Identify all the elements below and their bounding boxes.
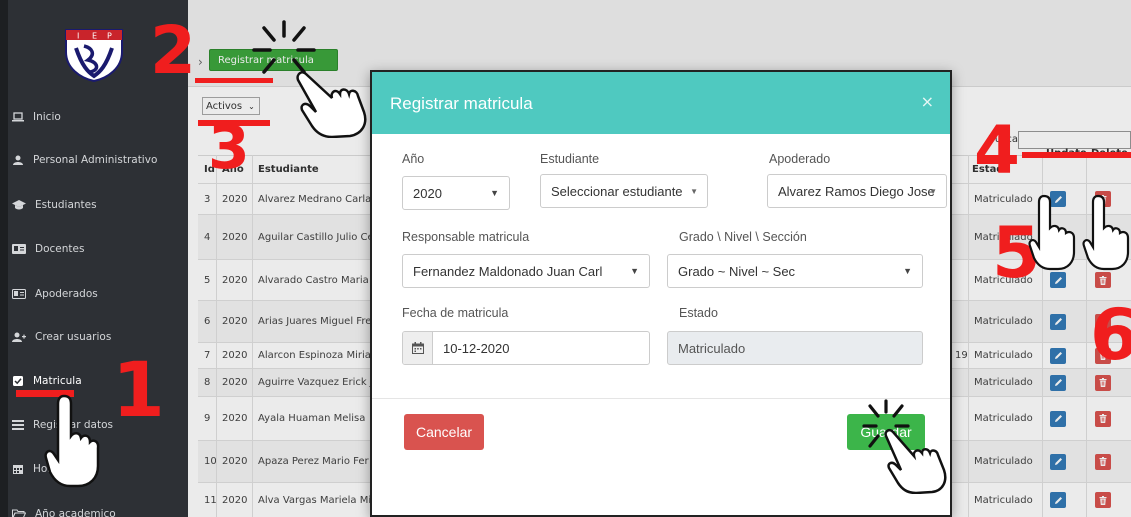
- date-label: Fecha de matricula: [402, 306, 509, 320]
- sidebar-item-label: Apoderados: [35, 288, 98, 300]
- sidebar-item-label: Año academico: [35, 508, 116, 517]
- sidebar-item-personal-administrativo[interactable]: Personal Administrativo: [12, 148, 157, 172]
- modal-header: Registrar matricula ×: [372, 72, 950, 134]
- sidebar-item-apoderados[interactable]: Apoderados: [12, 282, 98, 306]
- pointing-hand-icon: [1082, 194, 1130, 271]
- guardian-select[interactable]: Alvarez Ramos Diego Jose ▼: [767, 174, 947, 208]
- user-icon: [12, 155, 24, 165]
- status-value: Matriculado: [678, 340, 746, 356]
- id-card-icon: [12, 289, 26, 299]
- graduation-cap-icon: [12, 200, 26, 210]
- date-value: 10-12-2020: [443, 340, 510, 356]
- year-select[interactable]: 2020 ▼: [402, 176, 510, 210]
- annotation-number-1: 1: [112, 345, 165, 434]
- sidebar-item-docentes[interactable]: Docentes: [12, 237, 84, 261]
- annotation-number-2: 2: [150, 12, 196, 89]
- sidebar-item-label: Estudiantes: [35, 199, 97, 211]
- calendar-icon: [12, 464, 24, 474]
- student-label: Estudiante: [540, 152, 600, 166]
- guardian-label: Apoderado: [769, 152, 831, 166]
- pointing-hand-icon: [1028, 194, 1076, 271]
- caret-down-icon: ▼: [929, 186, 937, 196]
- sidebar-item-crear-usuarios[interactable]: Crear usuarios: [12, 325, 111, 349]
- annotation-underline: [1022, 152, 1131, 158]
- caret-down-icon: ▼: [690, 186, 698, 196]
- annotation-underline: [195, 78, 273, 83]
- responsible-select[interactable]: Fernandez Maldonado Juan Carl ▼: [402, 254, 650, 288]
- logo-letter-e: E: [92, 32, 97, 41]
- chevron-down-icon: ▼: [903, 266, 912, 276]
- responsible-label: Responsable matricula: [402, 230, 530, 244]
- student-select[interactable]: Seleccionar estudiante ▼: [540, 174, 708, 208]
- responsible-value: Fernandez Maldonado Juan Carl: [413, 263, 603, 279]
- status-field: Matriculado: [667, 331, 923, 365]
- sidebar-item-label: Crear usuarios: [35, 331, 112, 343]
- cancel-button[interactable]: Cancelar: [404, 414, 484, 450]
- folder-open-icon: [12, 509, 26, 517]
- year-label: Año: [402, 152, 425, 166]
- chevron-down-icon: ▼: [630, 266, 639, 276]
- status-label: Estado: [679, 306, 718, 320]
- pointing-hand-icon: [44, 394, 100, 488]
- chevron-down-icon: ▼: [490, 188, 499, 198]
- calendar-icon[interactable]: [403, 332, 433, 364]
- id-card-icon: [12, 244, 26, 254]
- list-icon: [12, 420, 24, 430]
- grade-label: Grado \ Nivel \ Sección: [679, 230, 807, 244]
- modal-title: Registrar matricula: [390, 94, 533, 113]
- grade-select[interactable]: Grado ~ Nivel ~ Sec ▼: [667, 254, 923, 288]
- sidebar-item-inicio[interactable]: Inicio: [12, 105, 61, 129]
- sidebar-item-label: Docentes: [35, 243, 85, 255]
- sidebar-item-label: Personal Administrativo: [33, 154, 158, 166]
- laptop-icon: [12, 112, 24, 122]
- annotation-number-4: 4: [974, 112, 1020, 189]
- school-logo: I E P: [65, 29, 123, 82]
- sidebar-edge: [0, 0, 8, 517]
- annotation-number-6: 6: [1090, 294, 1131, 376]
- sidebar-item-label: Inicio: [33, 111, 61, 123]
- logo-letter-i: I: [77, 32, 79, 41]
- sidebar-item-label: Matricula: [33, 375, 82, 387]
- guardian-value: Alvarez Ramos Diego Jose: [778, 183, 935, 199]
- user-plus-icon: [12, 332, 26, 342]
- year-value: 2020: [413, 185, 442, 201]
- date-input[interactable]: 10-12-2020: [402, 331, 650, 365]
- click-burst-icon: [252, 20, 316, 74]
- check-square-icon: [12, 376, 24, 386]
- close-icon[interactable]: ×: [921, 92, 934, 111]
- student-value: Seleccionar estudiante: [551, 183, 683, 199]
- grade-value: Grado ~ Nivel ~ Sec: [678, 263, 796, 279]
- logo-letter-p: P: [107, 32, 112, 41]
- sidebar-item-estudiantes[interactable]: Estudiantes: [12, 193, 97, 217]
- sidebar-item-ano-academico[interactable]: Año academico: [12, 502, 116, 517]
- pointing-hand-icon: [884, 428, 947, 494]
- annotation-number-3: 3: [208, 113, 250, 183]
